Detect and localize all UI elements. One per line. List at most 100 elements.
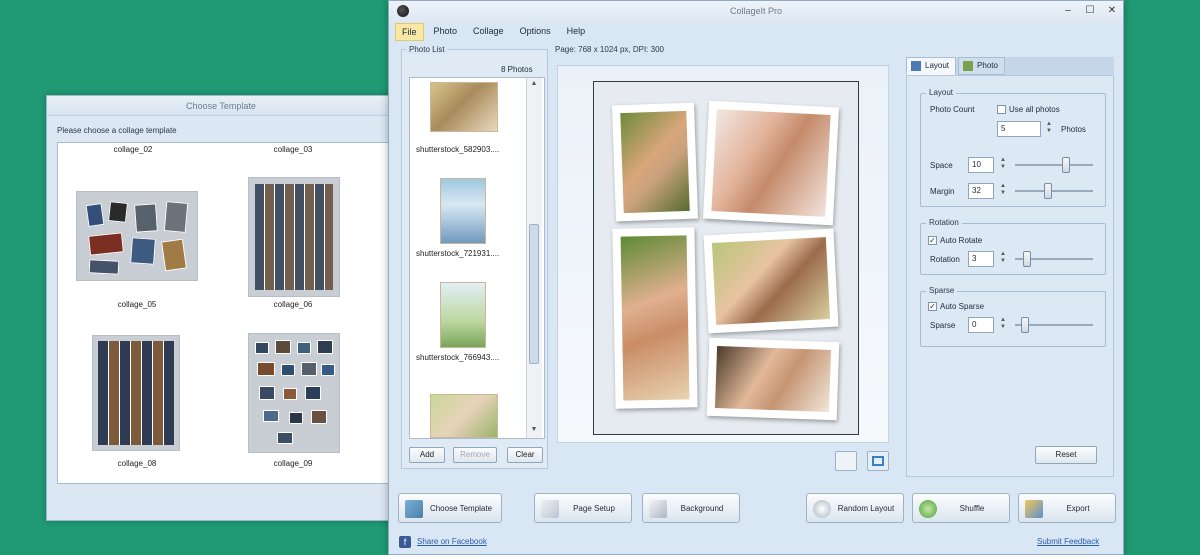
use-all-photos-label: Use all photos	[1009, 105, 1060, 114]
close-icon[interactable]: ✕	[1103, 4, 1121, 18]
margin-slider[interactable]	[1044, 183, 1052, 199]
shuffle-label: Shuffle	[959, 504, 985, 513]
maximize-icon[interactable]: ☐	[1081, 4, 1099, 18]
page-setup-icon	[541, 500, 559, 518]
template-label[interactable]: collage_05	[92, 300, 182, 309]
auto-rotate-checkbox[interactable]: ✓	[928, 236, 937, 245]
space-slider-track	[1015, 164, 1093, 166]
export-label: Export	[1066, 504, 1090, 513]
collage-photo[interactable]	[612, 227, 698, 409]
tab-layout[interactable]: Layout	[906, 57, 957, 75]
template-label[interactable]: collage_06	[248, 300, 338, 309]
photo-count-stepper[interactable]: ▲ ▼	[1045, 121, 1053, 135]
share-facebook-link[interactable]: Share on Facebook	[417, 537, 487, 546]
layout-icon	[911, 61, 921, 71]
menu-help[interactable]: Help	[561, 23, 592, 41]
page-info: Page: 768 x 1024 px, DPI: 300	[555, 45, 664, 54]
sparse-stepper[interactable]: ▲ ▼	[999, 317, 1007, 331]
rotation-group	[920, 223, 1106, 275]
auto-sparse-checkbox[interactable]: ✓	[928, 302, 937, 311]
dice-icon	[813, 500, 831, 518]
tabs: Layout Photo	[906, 57, 1007, 75]
menu-file[interactable]: File	[395, 23, 424, 41]
fullscreen-icon[interactable]	[867, 451, 889, 471]
template-thumbnail-collage-09[interactable]	[248, 333, 340, 453]
template-thumbnail-collage-05[interactable]	[76, 191, 198, 281]
collage-photo[interactable]	[706, 337, 840, 421]
space-label: Space	[930, 161, 953, 170]
background-button[interactable]: Background	[642, 493, 740, 523]
sparse-group-legend: Sparse	[926, 286, 958, 295]
rotation-stepper[interactable]: ▲ ▼	[999, 251, 1007, 265]
shuffle-icon	[919, 500, 937, 518]
photo-thumbnail[interactable]	[430, 394, 498, 438]
photo-list[interactable]: shutterstock_582903.... shutterstock_721…	[409, 77, 545, 439]
menu-options[interactable]: Options	[514, 23, 557, 41]
collage-page[interactable]	[593, 81, 859, 435]
background-icon	[649, 500, 667, 518]
export-button[interactable]: Export	[1018, 493, 1116, 523]
space-input[interactable]: 10	[968, 157, 994, 173]
add-photo-button[interactable]: Add	[409, 447, 445, 463]
choose-template-window: Choose Template Please choose a collage …	[46, 95, 396, 521]
page-setup-label: Page Setup	[573, 504, 615, 513]
rotation-input[interactable]: 3	[968, 251, 994, 267]
random-layout-button[interactable]: Random Layout	[806, 493, 904, 523]
template-list: collage_02 collage_03 collage_05 collage…	[57, 142, 393, 484]
rotation-slider[interactable]	[1023, 251, 1031, 267]
tab-layout-label: Layout	[925, 61, 950, 70]
shuffle-button[interactable]: Shuffle	[912, 493, 1010, 523]
photo-icon	[963, 61, 974, 71]
photo-thumbnail[interactable]	[440, 282, 486, 348]
auto-sparse-label: Auto Sparse	[940, 302, 985, 311]
photo-filename: shutterstock_582903....	[416, 145, 500, 154]
choose-template-button[interactable]: Choose Template	[398, 493, 502, 523]
template-thumbnail-collage-06[interactable]	[248, 177, 340, 297]
photo-list-legend: Photo List	[406, 45, 448, 54]
margin-label: Margin	[930, 187, 955, 196]
window-title: CollageIt Pro	[729, 6, 783, 16]
layout-group-legend: Layout	[926, 88, 957, 97]
margin-input[interactable]: 32	[968, 183, 994, 199]
margin-slider-track	[1015, 190, 1093, 192]
main-window: CollageIt Pro – ☐ ✕ File Photo Collage O…	[388, 0, 1124, 555]
template-prompt: Please choose a collage template	[57, 126, 177, 135]
template-icon	[405, 500, 423, 518]
photo-list-scrollbar[interactable]: ▲ ▼	[526, 78, 542, 438]
background-label: Background	[680, 504, 724, 513]
space-slider[interactable]	[1062, 157, 1070, 173]
tab-photo[interactable]: Photo	[958, 57, 1005, 75]
photo-thumbnail[interactable]	[430, 82, 498, 132]
auto-rotate-label: Auto Rotate	[940, 236, 983, 245]
menu-photo[interactable]: Photo	[428, 23, 464, 41]
submit-feedback-link[interactable]: Submit Feedback	[1037, 537, 1099, 546]
margin-stepper[interactable]: ▲ ▼	[999, 183, 1007, 197]
template-label[interactable]: collage_08	[92, 459, 182, 468]
template-label[interactable]: collage_03	[248, 145, 338, 154]
minimize-icon[interactable]: –	[1059, 4, 1077, 18]
photo-thumbnail[interactable]	[440, 178, 486, 244]
remove-photo-button[interactable]: Remove	[453, 447, 497, 463]
photo-count-field-label: Photo Count	[930, 105, 975, 114]
page-setup-button[interactable]: Page Setup	[534, 493, 632, 523]
photos-unit-label: Photos	[1061, 125, 1086, 134]
sparse-input[interactable]: 0	[968, 317, 994, 333]
photo-count-label: 8 Photos	[501, 65, 533, 74]
space-stepper[interactable]: ▲ ▼	[999, 157, 1007, 171]
menu-collage[interactable]: Collage	[467, 23, 510, 41]
clear-photos-button[interactable]: Clear	[507, 447, 543, 463]
zoom-fit-icon[interactable]	[835, 451, 857, 471]
photo-count-input[interactable]: 5	[997, 121, 1041, 137]
sparse-slider[interactable]	[1021, 317, 1029, 333]
collage-photo[interactable]	[703, 228, 839, 334]
use-all-photos-checkbox[interactable]	[997, 105, 1006, 114]
collage-photo[interactable]	[612, 102, 698, 222]
reset-button[interactable]: Reset	[1035, 446, 1097, 464]
template-label[interactable]: collage_09	[248, 459, 338, 468]
template-label[interactable]: collage_02	[88, 145, 178, 154]
tab-photo-label: Photo	[977, 61, 998, 70]
facebook-icon[interactable]: f	[399, 536, 411, 548]
choose-template-label: Choose Template	[429, 504, 493, 513]
collage-photo[interactable]	[703, 100, 839, 226]
template-thumbnail-collage-08[interactable]	[92, 335, 180, 451]
